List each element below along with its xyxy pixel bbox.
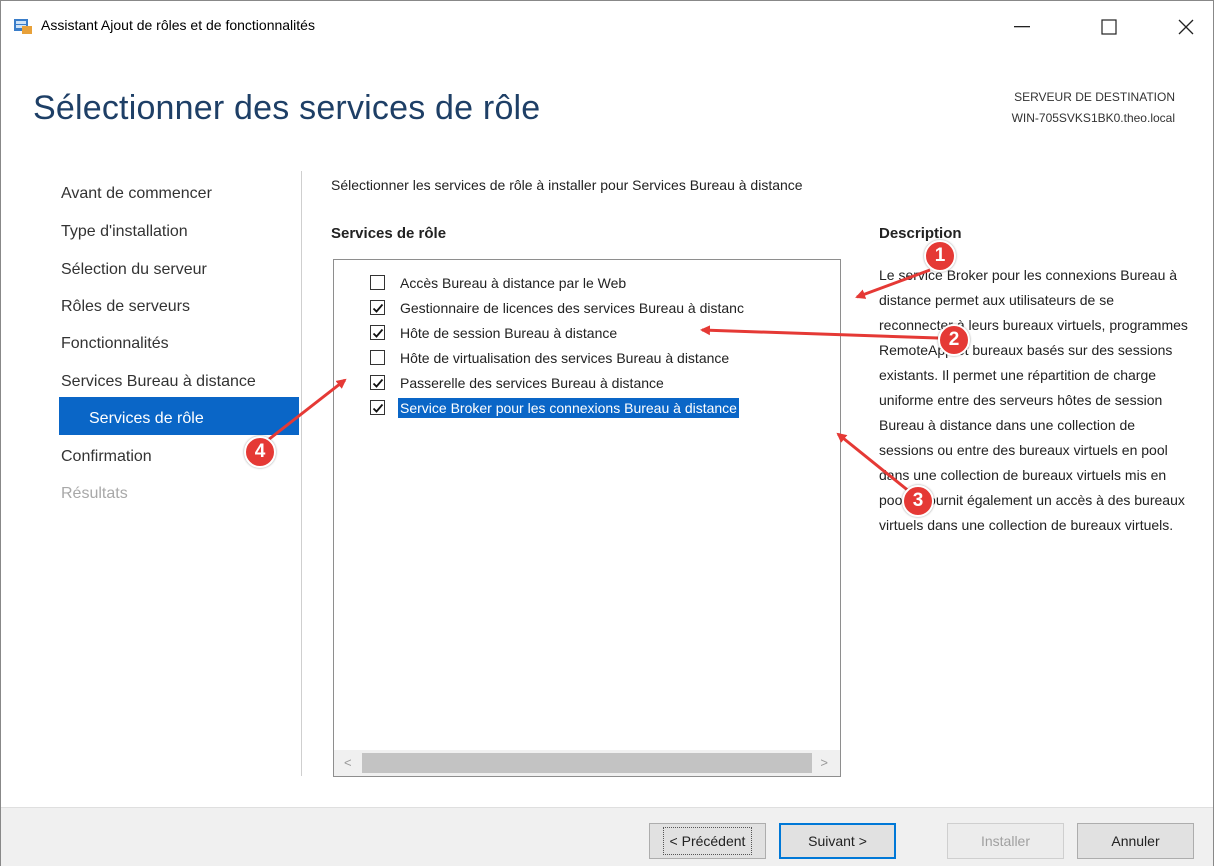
list-item-label: Hôte de session Bureau à distance <box>400 324 618 341</box>
check-icon <box>372 403 383 413</box>
scrollbar-thumb[interactable] <box>362 753 812 773</box>
server-manager-icon <box>13 17 33 35</box>
checkbox[interactable] <box>370 325 385 340</box>
close-icon <box>1178 19 1194 35</box>
checkbox[interactable] <box>370 400 385 415</box>
close-button[interactable] <box>1163 7 1209 47</box>
checkbox[interactable] <box>370 350 385 365</box>
page-title: Sélectionner des services de rôle <box>33 89 541 127</box>
scroll-left-icon[interactable]: < <box>344 755 352 770</box>
minimize-icon <box>1014 26 1030 28</box>
list-item-label: Passerelle des services Bureau à distanc… <box>400 374 664 391</box>
nav-item-fonctionnalites[interactable]: Fonctionnalités <box>61 335 169 353</box>
nav-item-services-de-role[interactable]: Services de rôle <box>89 410 204 428</box>
minimize-button[interactable] <box>999 7 1045 47</box>
title-bar: Assistant Ajout de rôles et de fonctionn… <box>1 1 1213 51</box>
check-icon <box>372 328 383 338</box>
nav-item-services-bureau-distance[interactable]: Services Bureau à distance <box>61 373 256 391</box>
list-item-label: Hôte de virtualisation des services Bure… <box>400 349 730 366</box>
list-item-label: Gestionnaire de licences des services Bu… <box>400 299 744 316</box>
check-icon <box>372 303 383 313</box>
role-services-heading: Services de rôle <box>331 225 447 242</box>
window-title: Assistant Ajout de rôles et de fonctionn… <box>41 17 315 33</box>
cancel-button[interactable]: Annuler <box>1077 823 1194 859</box>
annotation-badge-3: 3 <box>902 485 934 517</box>
nav-item-resultats: Résultats <box>61 485 128 502</box>
list-item[interactable]: Passerelle des services Bureau à distanc… <box>334 370 840 395</box>
list-item-selected[interactable]: Service Broker pour les connexions Burea… <box>334 395 840 420</box>
wizard-window: Assistant Ajout de rôles et de fonctionn… <box>0 0 1214 866</box>
nav-item-selection-serveur[interactable]: Sélection du serveur <box>61 261 207 279</box>
list-item-label: Accès Bureau à distance par le Web <box>400 274 627 291</box>
previous-button[interactable]: < Précédent <box>649 823 766 859</box>
annotation-badge-2: 2 <box>938 324 970 356</box>
check-icon <box>372 378 383 388</box>
nav-item-roles-serveurs[interactable]: Rôles de serveurs <box>61 298 190 316</box>
checkbox[interactable] <box>370 275 385 290</box>
nav-divider <box>301 171 302 776</box>
destination-server: WIN-705SVKS1BK0.theo.local <box>1011 111 1175 125</box>
annotation-badge-1: 1 <box>924 240 956 272</box>
list-item-label: Service Broker pour les connexions Burea… <box>398 397 739 418</box>
list-item[interactable]: Accès Bureau à distance par le Web <box>334 270 840 295</box>
scroll-right-icon[interactable]: > <box>820 755 828 770</box>
role-services-list[interactable]: Accès Bureau à distance par le Web Gesti… <box>333 259 841 777</box>
list-item[interactable]: Hôte de virtualisation des services Bure… <box>334 345 840 370</box>
install-button: Installer <box>947 823 1064 859</box>
previous-button-label: < Précédent <box>662 827 753 855</box>
nav-item-type-installation[interactable]: Type d'installation <box>61 223 188 241</box>
intro-text: Sélectionner les services de rôle à inst… <box>331 177 803 193</box>
next-button[interactable]: Suivant > <box>779 823 896 859</box>
nav-item-confirmation[interactable]: Confirmation <box>61 448 152 466</box>
list-item[interactable]: Hôte de session Bureau à distance <box>334 320 840 345</box>
annotation-badge-4: 4 <box>244 436 276 468</box>
checkbox[interactable] <box>370 300 385 315</box>
maximize-button[interactable] <box>1086 7 1132 47</box>
nav-item-avant-de-commencer[interactable]: Avant de commencer <box>61 185 212 203</box>
description-heading: Description <box>879 225 962 242</box>
destination-label: SERVEUR DE DESTINATION <box>1014 90 1175 104</box>
list-item[interactable]: Gestionnaire de licences des services Bu… <box>334 295 840 320</box>
horizontal-scrollbar[interactable]: < > <box>334 750 840 776</box>
maximize-icon <box>1101 19 1117 35</box>
checkbox[interactable] <box>370 375 385 390</box>
